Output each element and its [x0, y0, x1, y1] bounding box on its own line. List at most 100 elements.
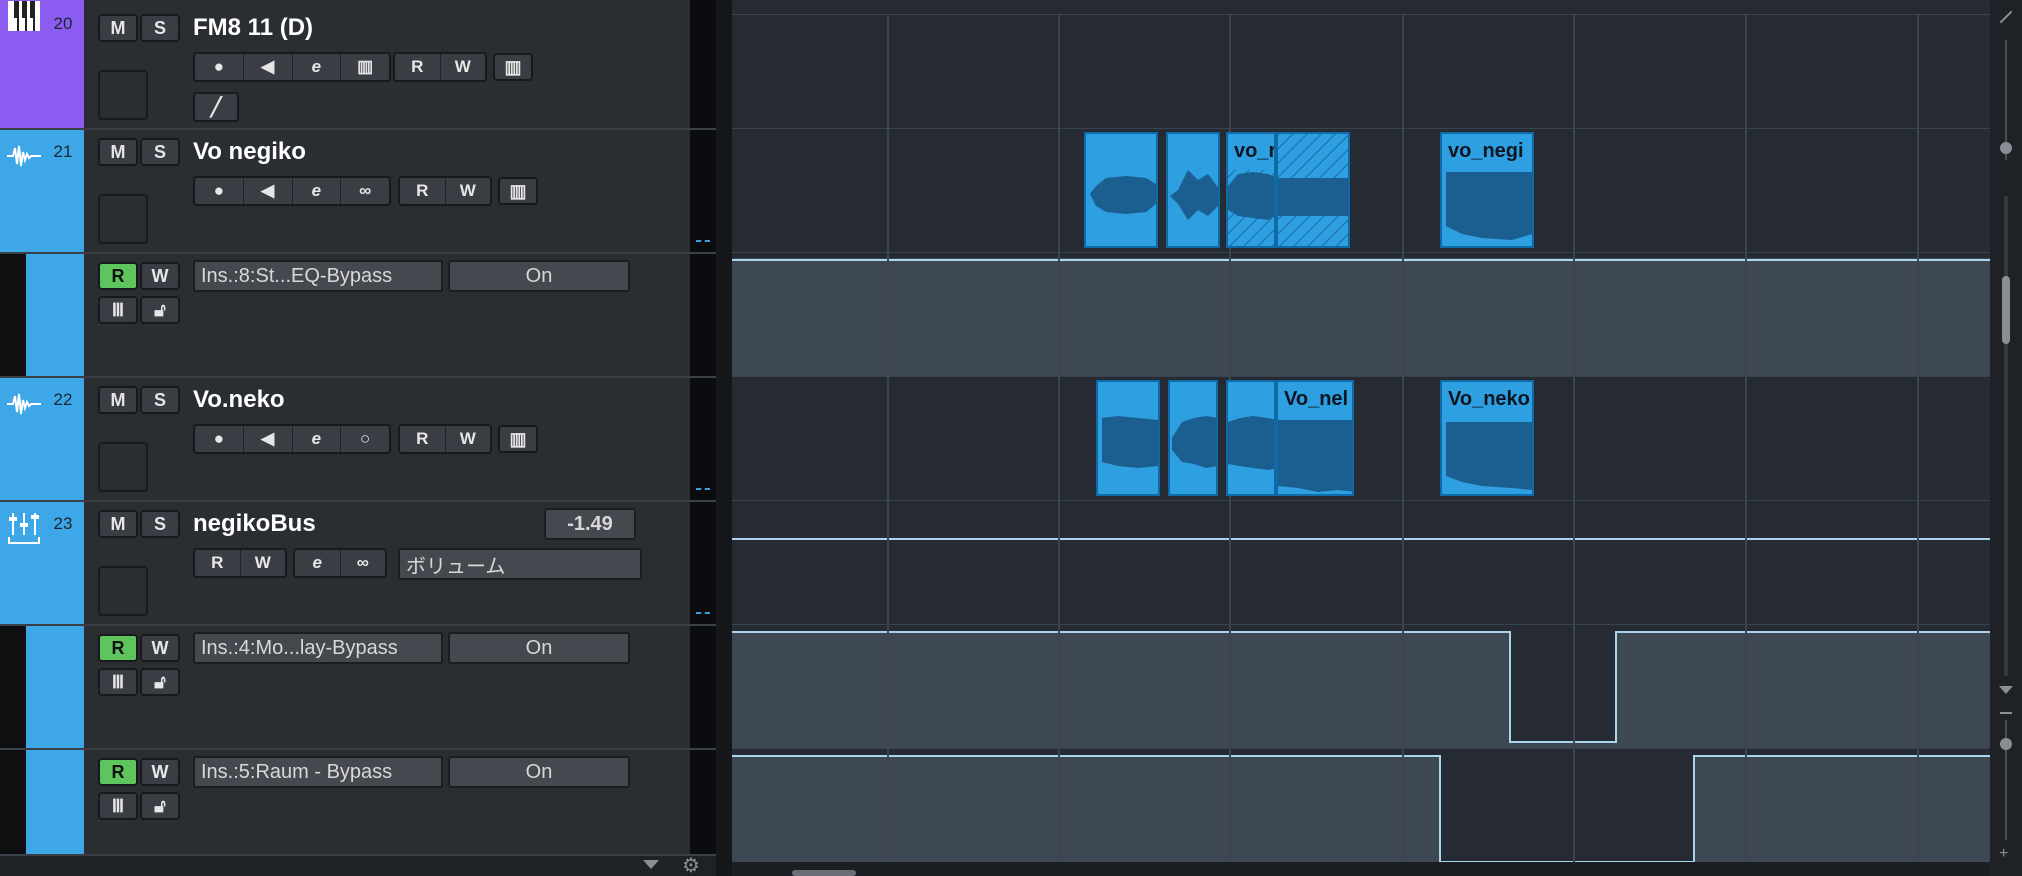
link-icon[interactable]: ○	[341, 426, 389, 452]
write-button[interactable]: W	[446, 426, 491, 452]
automation-curves[interactable]	[732, 0, 1990, 862]
event-display[interactable]: vo_r vo_negi Vo_nel Vo_neko	[732, 0, 1990, 862]
record-icon[interactable]: ●	[195, 178, 244, 204]
track-color-bar	[26, 254, 84, 376]
audio-clip[interactable]: vo_r	[1226, 132, 1276, 248]
write-button[interactable]: W	[241, 550, 286, 576]
write-button[interactable]: W	[441, 54, 486, 80]
track-name[interactable]: FM8 11 (D)	[193, 14, 313, 42]
scroll-thumb[interactable]	[2002, 276, 2010, 344]
automation-lane[interactable]: R W Ins.:8:St...EQ-Bypass On Ⅲ 🔓︎	[0, 254, 716, 378]
read-button[interactable]: R	[400, 178, 446, 204]
mute-button[interactable]: M	[98, 14, 138, 42]
audio-clip[interactable]	[1084, 132, 1158, 248]
scroll-thumb[interactable]	[792, 870, 856, 876]
read-button[interactable]: R	[400, 426, 446, 452]
grid-line	[1058, 14, 1060, 862]
track-21[interactable]: 21 M S Vo negiko ● ◀ e ∞ R W ▥	[0, 130, 716, 254]
write-automation-button[interactable]: W	[140, 262, 180, 290]
dropdown-arrow-icon[interactable]	[1999, 686, 2013, 694]
audio-clip[interactable]: Vo_neko	[1440, 380, 1534, 496]
automation-controls: R W Ins.:4:Mo...lay-Bypass On Ⅲ 🔓︎	[84, 626, 716, 748]
link-icon[interactable]: ∞	[341, 178, 389, 204]
automation-parameter-select[interactable]: Ins.:5:Raum - Bypass	[193, 756, 443, 788]
automation-rw-group: R W	[398, 176, 492, 206]
read-button[interactable]: R	[395, 54, 441, 80]
keyboard-icon[interactable]: ▥	[341, 54, 389, 80]
automation-value-field[interactable]: On	[448, 260, 630, 292]
lanes-button[interactable]: ▥	[493, 53, 533, 81]
write-button[interactable]: W	[446, 178, 491, 204]
automation-mode-button[interactable]: Ⅲ	[98, 792, 138, 820]
horizontal-scrollbar[interactable]	[732, 862, 1990, 876]
audio-clip[interactable]: vo_negi	[1440, 132, 1534, 248]
lock-icon[interactable]: 🔓︎	[140, 792, 180, 820]
read-automation-button[interactable]: R	[98, 262, 138, 290]
automation-parameter-select[interactable]: ボリューム	[398, 548, 642, 580]
lanes-button[interactable]: ▥	[498, 177, 538, 205]
audio-clip[interactable]	[1166, 132, 1220, 248]
track-name[interactable]: negikoBus	[193, 510, 316, 538]
solo-button[interactable]: S	[140, 510, 180, 538]
zoom-out-icon[interactable]	[2000, 712, 2012, 714]
audio-clip[interactable]: Vo_nel	[1276, 380, 1354, 496]
link-icon[interactable]: ∞	[341, 550, 386, 576]
track-22[interactable]: 22 M S Vo.neko ● ◀ e ○ R W ▥	[0, 378, 716, 502]
clip-name: Vo_nel	[1284, 388, 1349, 410]
gear-icon[interactable]: ⚙	[682, 856, 700, 876]
track-23[interactable]: 23 M S negikoBus -1.49 R W e ∞ ボリューム	[0, 502, 716, 626]
lock-icon[interactable]: 🔓︎	[140, 296, 180, 324]
audio-clip[interactable]	[1096, 380, 1160, 496]
mute-button[interactable]: M	[98, 386, 138, 414]
dropdown-arrow-icon[interactable]	[643, 860, 659, 869]
edit-e-icon[interactable]: e	[293, 54, 342, 80]
track-name[interactable]: Vo.neko	[193, 386, 285, 414]
piano-icon	[6, 0, 42, 32]
automation-lane[interactable]: R W Ins.:4:Mo...lay-Bypass On Ⅲ 🔓︎	[0, 626, 716, 750]
solo-button[interactable]: S	[140, 138, 180, 166]
track-name[interactable]: Vo negiko	[193, 138, 306, 166]
zoom-handle[interactable]	[2000, 738, 2012, 750]
pencil-icon[interactable]	[1999, 10, 2013, 24]
edit-e-icon[interactable]: e	[293, 426, 342, 452]
automation-value-field[interactable]: On	[448, 756, 630, 788]
automation-lane[interactable]: R W Ins.:5:Raum - Bypass On Ⅲ 🔓︎	[0, 750, 716, 856]
solo-button[interactable]: S	[140, 14, 180, 42]
read-button[interactable]: R	[195, 550, 241, 576]
edit-e-icon[interactable]: e	[295, 550, 341, 576]
solo-button[interactable]: S	[140, 386, 180, 414]
lanes-button[interactable]: ▥	[498, 425, 538, 453]
read-automation-button[interactable]: R	[98, 758, 138, 786]
record-icon[interactable]: ●	[195, 54, 244, 80]
zoom-handle[interactable]	[2000, 142, 2012, 154]
track-controls: M S FM8 11 (D) ● ◀ e ▥ R W ▥ ╱	[84, 0, 716, 128]
write-automation-button[interactable]: W	[140, 758, 180, 786]
speaker-icon[interactable]: ◀	[244, 54, 293, 80]
lock-icon[interactable]: 🔓︎	[140, 668, 180, 696]
audio-clip[interactable]	[1168, 380, 1218, 496]
zoom-in-icon[interactable]: +	[1999, 846, 2008, 862]
automation-parameter-select[interactable]: Ins.:4:Mo...lay-Bypass	[193, 632, 443, 664]
write-automation-button[interactable]: W	[140, 634, 180, 662]
automation-mode-button[interactable]: Ⅲ	[98, 296, 138, 324]
audio-clip[interactable]	[1226, 380, 1276, 496]
panel-divider[interactable]	[716, 0, 732, 876]
edit-e-icon[interactable]: e	[293, 178, 342, 204]
record-icon[interactable]: ●	[195, 426, 244, 452]
audio-clip[interactable]	[1276, 132, 1350, 248]
volume-field[interactable]: -1.49	[544, 508, 636, 540]
track-number: 23	[53, 514, 73, 533]
speaker-icon[interactable]: ◀	[244, 426, 293, 452]
track-number: 20	[53, 14, 73, 33]
track-20[interactable]: 20 M S FM8 11 (D) ● ◀ e ▥ R W ▥ ╱	[0, 0, 716, 130]
read-automation-button[interactable]: R	[98, 634, 138, 662]
speaker-icon[interactable]: ◀	[244, 178, 293, 204]
automation-value-field[interactable]: On	[448, 632, 630, 664]
vertical-zoom-bar[interactable]: +	[1990, 0, 2022, 876]
automation-parameter-select[interactable]: Ins.:8:St...EQ-Bypass	[193, 260, 443, 292]
automation-mode-button[interactable]: Ⅲ	[98, 668, 138, 696]
pencil-icon[interactable]: ╱	[193, 92, 239, 122]
mute-button[interactable]: M	[98, 138, 138, 166]
track-thumbnail	[98, 442, 148, 492]
mute-button[interactable]: M	[98, 510, 138, 538]
